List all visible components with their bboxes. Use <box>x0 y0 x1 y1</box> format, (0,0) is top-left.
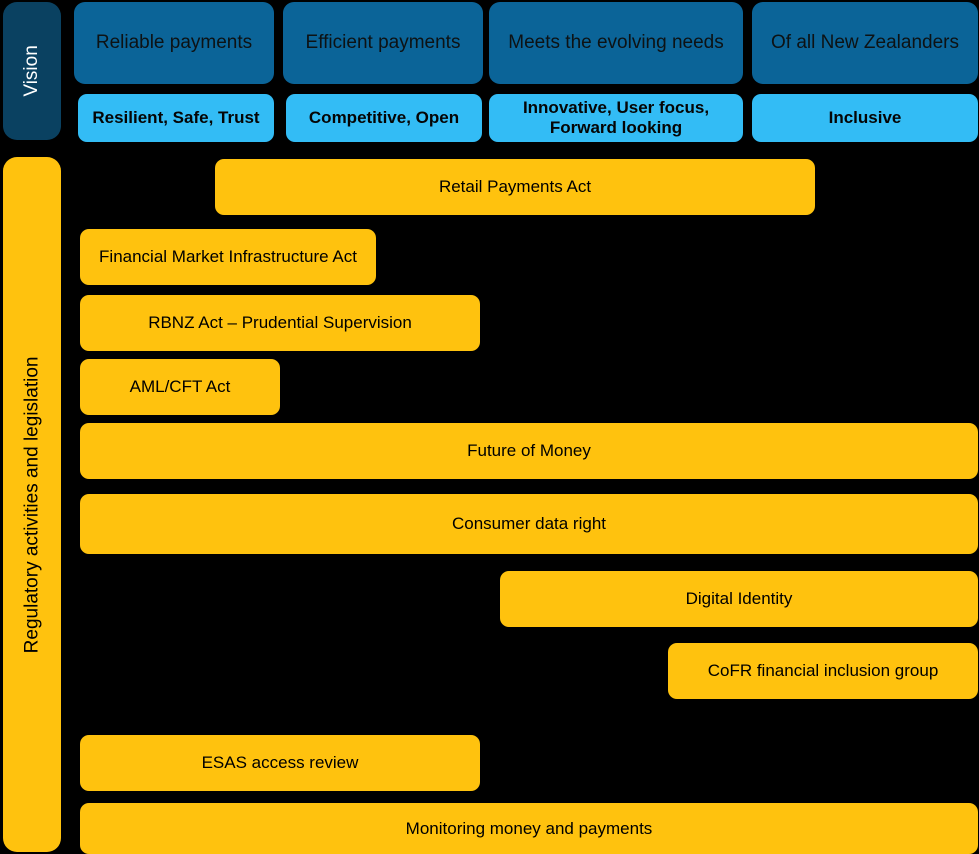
activity-future-of-money: Future of Money <box>80 423 978 479</box>
vision-pillar-all-new-zealanders: Of all New Zealanders <box>752 2 978 84</box>
activity-retail-payments-act: Retail Payments Act <box>215 159 815 215</box>
vision-pillar-efficient-payments: Efficient payments <box>283 2 483 84</box>
vision-label-text: Vision <box>21 45 43 97</box>
vision-pillar-label: Meets the evolving needs <box>508 32 724 54</box>
vision-attribute-resilient-safe-trust: Resilient, Safe, Trust <box>78 94 274 142</box>
vision-attribute-label: Resilient, Safe, Trust <box>92 108 260 128</box>
activity-label: Future of Money <box>467 441 591 461</box>
activity-label: Digital Identity <box>685 589 793 609</box>
vision-pillar-label: Of all New Zealanders <box>771 32 959 54</box>
vision-pillar-reliable-payments: Reliable payments <box>74 2 274 84</box>
vision-label-panel: Vision <box>3 2 61 140</box>
vision-attribute-inclusive: Inclusive <box>752 94 978 142</box>
activity-digital-identity: Digital Identity <box>500 571 978 627</box>
activity-label: CoFR financial inclusion group <box>707 661 939 681</box>
vision-attribute-innovative-user-focus: Innovative, User focus, Forward looking <box>489 94 743 142</box>
diagram-canvas: Vision Reliable payments Efficient payme… <box>0 0 979 854</box>
vision-attribute-label: Competitive, Open <box>308 108 460 128</box>
activity-monitoring-money-and-payments: Monitoring money and payments <box>80 803 978 854</box>
activity-label: RBNZ Act – Prudential Supervision <box>148 313 412 333</box>
regulatory-label-text: Regulatory activities and legislation <box>21 356 43 653</box>
activity-financial-market-infrastructure-act: Financial Market Infrastructure Act <box>80 229 376 285</box>
activity-label: Consumer data right <box>451 514 607 534</box>
activity-cofr-financial-inclusion-group: CoFR financial inclusion group <box>668 643 978 699</box>
vision-attribute-label: Innovative, User focus, Forward looking <box>522 98 710 137</box>
vision-attribute-label: Inclusive <box>828 108 902 128</box>
activity-label: ESAS access review <box>201 753 359 773</box>
activity-label: Monitoring money and payments <box>405 818 653 838</box>
vision-pillar-evolving-needs: Meets the evolving needs <box>489 2 743 84</box>
activity-consumer-data-right: Consumer data right <box>80 494 978 554</box>
activity-rbnz-act-prudential-supervision: RBNZ Act – Prudential Supervision <box>80 295 480 351</box>
activity-esas-access-review: ESAS access review <box>80 735 480 791</box>
activity-label: Financial Market Infrastructure Act <box>99 247 357 267</box>
vision-pillar-label: Efficient payments <box>305 32 461 54</box>
regulatory-label-panel: Regulatory activities and legislation <box>3 157 61 852</box>
activity-aml-cft-act: AML/CFT Act <box>80 359 280 415</box>
activity-label: AML/CFT Act <box>129 377 231 397</box>
vision-attribute-competitive-open: Competitive, Open <box>286 94 482 142</box>
activity-label: Retail Payments Act <box>438 177 592 197</box>
vision-pillar-label: Reliable payments <box>95 32 253 54</box>
